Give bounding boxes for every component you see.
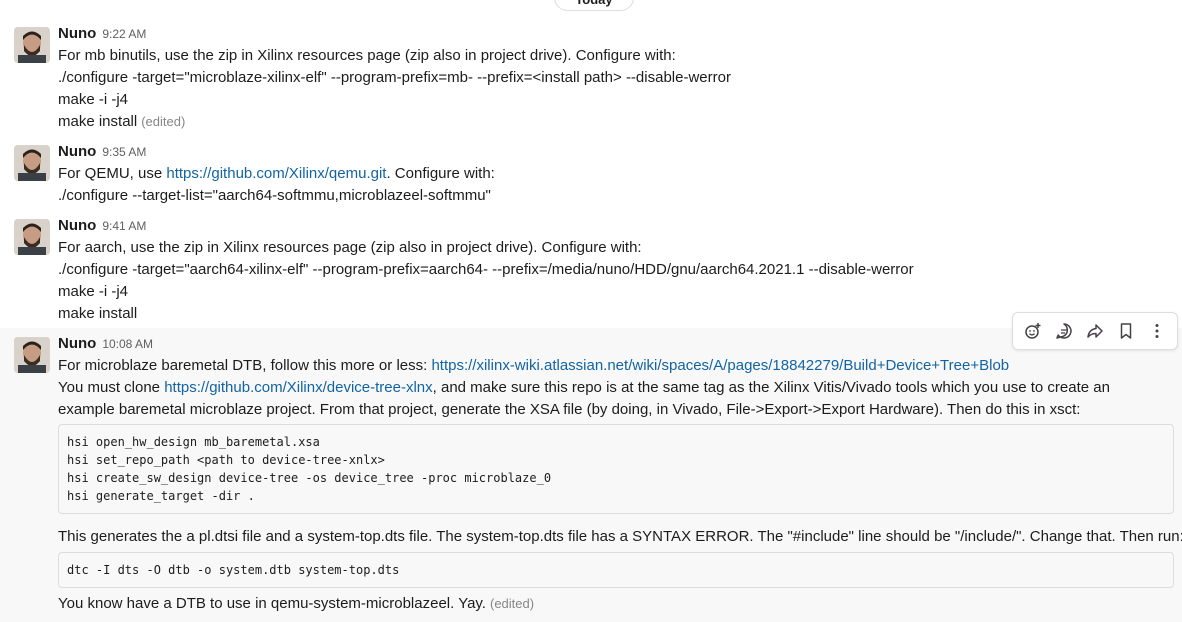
message-line: For mb binutils, use the zip in Xilinx r… [58, 47, 676, 64]
message-line: ./configure -target="microblaze-xilinx-e… [58, 69, 731, 86]
reply-in-thread-button[interactable] [1050, 317, 1078, 345]
avatar[interactable] [14, 219, 50, 255]
code-block-dtc[interactable]: dtc -I dts -O dtb -o system.dtb system-t… [58, 552, 1174, 588]
author-name[interactable]: Nuno [58, 217, 96, 234]
message-text: For QEMU, use [58, 165, 167, 182]
avatar[interactable] [14, 145, 50, 181]
message-line: For aarch, use the zip in Xilinx resourc… [58, 239, 642, 256]
message-text: You must clone [58, 379, 165, 396]
message-text: make install [58, 113, 138, 130]
message-3: Nuno 9:41 AM For aarch, use the zip in Xi… [0, 212, 1182, 328]
code-line: hsi create_sw_design device-tree -os dev… [67, 471, 552, 485]
share-icon [1087, 324, 1103, 338]
add-reaction-icon [1024, 323, 1041, 339]
code-line: hsi set_repo_path <path to device-tree-x… [67, 453, 385, 467]
message-line: For microblaze baremetal DTB, follow thi… [58, 355, 1009, 377]
avatar[interactable] [14, 27, 50, 63]
code-line: dtc -I dts -O dtb -o system.dtb system-t… [67, 563, 400, 577]
message-line: ./configure --target-list="aarch64-softm… [58, 187, 491, 204]
code-block-xsct[interactable]: hsi open_hw_design mb_baremetal.xsa hsi … [58, 424, 1174, 514]
timestamp[interactable]: 10:08 AM [102, 337, 153, 351]
message-line-last: You know have a DTB to use in qemu-syste… [58, 593, 534, 615]
message-header: Nuno 9:41 AM [58, 217, 146, 237]
code-line: hsi open_hw_design mb_baremetal.xsa [67, 435, 320, 449]
message-line: make install [58, 305, 138, 322]
edited-label: (edited) [141, 114, 186, 129]
save-button[interactable] [1112, 317, 1140, 345]
timestamp[interactable]: 9:41 AM [102, 219, 146, 233]
add-reaction-button[interactable] [1019, 317, 1047, 345]
more-actions-button[interactable] [1143, 317, 1171, 345]
author-name[interactable]: Nuno [58, 25, 96, 42]
code-line: hsi generate_target -dir . [67, 489, 255, 503]
day-divider[interactable]: Today [554, 0, 634, 11]
message-4: Nuno 10:08 AM For microblaze baremetal DT… [0, 328, 1182, 622]
message-header: Nuno 9:35 AM [58, 143, 146, 163]
message-paragraph: You must clone https://github.com/Xilinx… [58, 377, 1170, 421]
timestamp[interactable]: 9:35 AM [102, 145, 146, 159]
more-actions-icon [1155, 324, 1159, 338]
message-line: ./configure -target="aarch64-xilinx-elf"… [58, 261, 914, 278]
author-name[interactable]: Nuno [58, 335, 96, 352]
device-tree-repo-link[interactable]: https://github.com/Xilinx/device-tree-xl… [164, 379, 432, 396]
author-name[interactable]: Nuno [58, 143, 96, 160]
message-1: Nuno 9:22 AM For mb binutils, use the zip… [0, 20, 1182, 138]
message-header: Nuno 9:22 AM [58, 25, 146, 45]
message-header: Nuno 10:08 AM [58, 335, 153, 355]
message-text: For microblaze baremetal DTB, follow thi… [58, 357, 432, 374]
message-line: For QEMU, use https://github.com/Xilinx/… [58, 163, 495, 185]
message-line: make -i -j4 [58, 283, 129, 300]
timestamp[interactable]: 9:22 AM [102, 27, 146, 41]
message-line: This generates the a pl.dtsi file and a … [58, 528, 1182, 545]
message-text: . Configure with: [386, 165, 495, 182]
bookmark-icon [1120, 323, 1132, 339]
qemu-repo-link[interactable]: https://github.com/Xilinx/qemu.git [166, 165, 386, 182]
message-actions-toolbar [1012, 312, 1178, 350]
avatar[interactable] [14, 337, 50, 373]
reply-in-thread-icon [1056, 323, 1072, 339]
message-line-last: make install (edited) [58, 111, 185, 133]
message-line: make -i -j4 [58, 91, 129, 108]
message-2: Nuno 9:35 AM For QEMU, use https://github… [0, 138, 1182, 212]
device-tree-wiki-link[interactable]: https://xilinx-wiki.atlassian.net/wiki/s… [431, 357, 1009, 374]
edited-label: (edited) [489, 596, 535, 611]
share-button[interactable] [1081, 317, 1109, 345]
message-text: You know have a DTB to use in qemu-syste… [58, 595, 486, 612]
